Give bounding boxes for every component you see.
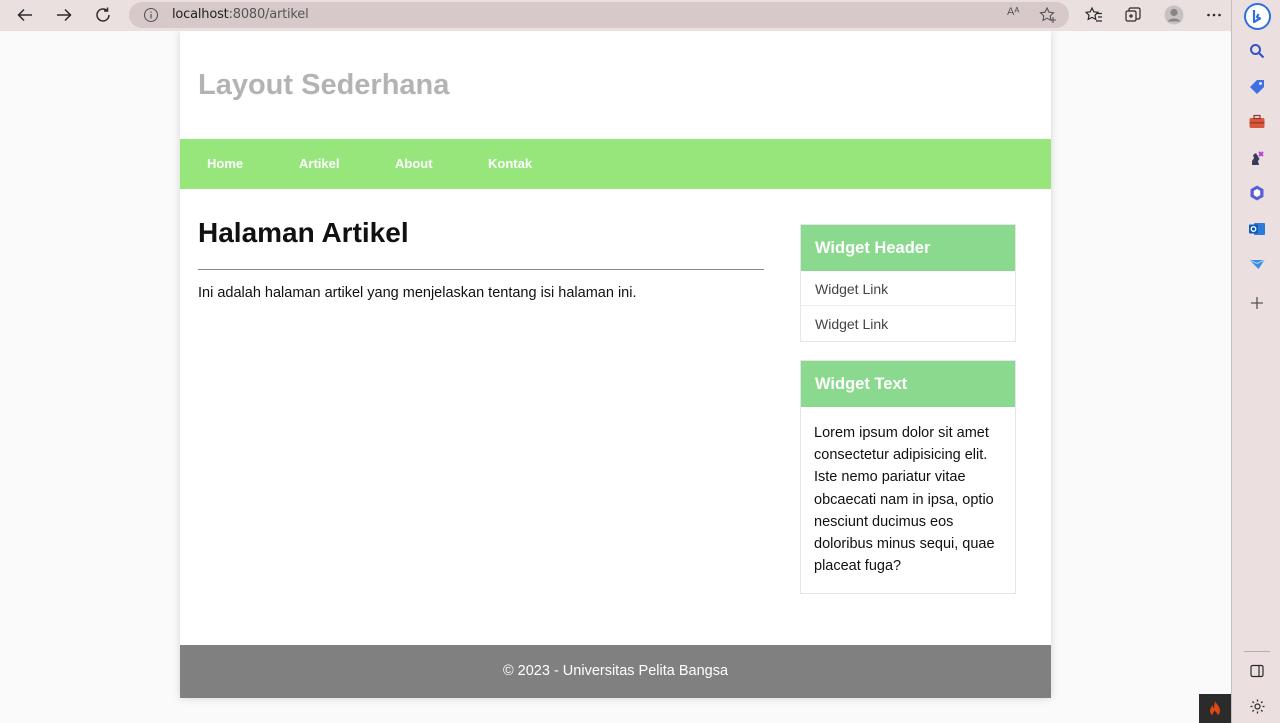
hide-sidebar-icon[interactable] [1246, 660, 1268, 682]
address-bar[interactable]: localhost:8080/artikel Aᴬ [129, 2, 1069, 28]
bing-copilot-icon[interactable] [1244, 3, 1271, 30]
url-host: localhost [172, 7, 229, 22]
page-footer: © 2023 - Universitas Pelita Bangsa [180, 645, 1051, 698]
url-text[interactable]: localhost:8080/artikel [172, 7, 309, 22]
site-title: Layout Sederhana [198, 69, 450, 101]
widget-header: Widget Header [801, 225, 1015, 271]
microsoft-365-icon[interactable] [1246, 182, 1268, 204]
article-title: Halaman Artikel [198, 217, 409, 248]
page-container: Layout Sederhana Home Artikel About Kont… [180, 31, 1051, 698]
widget-text: Widget Text Lorem ipsum dolor sit amet c… [800, 360, 1016, 595]
nav-link-kontak[interactable]: Kontak [488, 156, 532, 171]
codeigniter-debug-toolbar-icon[interactable] [1199, 694, 1231, 723]
favorites-icon[interactable] [1083, 4, 1105, 26]
search-icon[interactable] [1246, 40, 1268, 62]
tools-briefcase-icon[interactable] [1246, 111, 1268, 133]
back-button[interactable] [12, 3, 38, 27]
nav-link-about[interactable]: About [395, 156, 433, 171]
widget-link[interactable]: Widget Link [801, 271, 1015, 306]
profile-avatar-icon[interactable] [1163, 4, 1185, 26]
widget-text-header: Widget Text [801, 361, 1015, 407]
widget-text-body: Lorem ipsum dolor sit amet consectetur a… [814, 425, 995, 575]
article-body: Ini adalah halaman artikel yang menjelas… [198, 285, 637, 301]
games-chess-icon[interactable] [1246, 147, 1268, 169]
main-nav: Home Artikel About Kontak [180, 139, 1051, 189]
forward-button[interactable] [51, 3, 77, 27]
page-viewport: Layout Sederhana Home Artikel About Kont… [0, 31, 1231, 723]
back-arrow-icon [17, 8, 32, 22]
add-favorite-icon[interactable] [1038, 6, 1058, 24]
more-options-icon[interactable] [1203, 4, 1225, 26]
browser-sidebar [1231, 0, 1280, 723]
outlook-icon[interactable] [1246, 218, 1268, 240]
url-path: :8080/artikel [228, 7, 309, 22]
refresh-icon [96, 7, 110, 22]
browser-toolbar: localhost:8080/artikel Aᴬ [0, 0, 1280, 31]
article-divider [198, 269, 764, 270]
sidebar-settings-icon[interactable] [1246, 695, 1268, 717]
nav-link-artikel[interactable]: Artikel [299, 156, 339, 171]
collections-icon[interactable] [1122, 4, 1144, 26]
refresh-button[interactable] [90, 3, 116, 27]
widget-links: Widget Header Widget Link Widget Link [800, 224, 1016, 342]
nav-link-home[interactable]: Home [207, 156, 243, 171]
drop-send-icon[interactable] [1246, 253, 1268, 275]
forward-arrow-icon [57, 8, 72, 22]
sidebar-divider [1244, 651, 1270, 652]
read-aloud-icon[interactable]: Aᴬ [1007, 6, 1025, 24]
add-sidebar-app-icon[interactable] [1246, 292, 1268, 314]
widget-link[interactable]: Widget Link [801, 306, 1015, 341]
shopping-tag-icon[interactable] [1246, 76, 1268, 98]
site-info-icon[interactable] [143, 7, 159, 23]
